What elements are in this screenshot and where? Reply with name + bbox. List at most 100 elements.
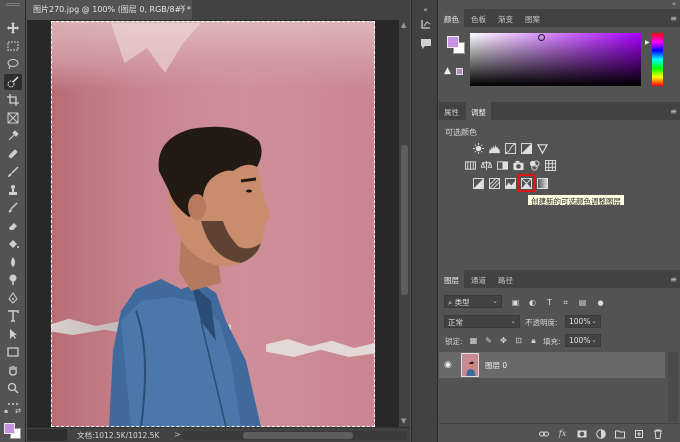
gradient-map-icon[interactable] xyxy=(536,177,548,189)
zoom-tool-icon[interactable] xyxy=(4,380,22,396)
vibrance-icon[interactable] xyxy=(536,142,548,154)
history-brush-tool-icon[interactable] xyxy=(4,200,22,216)
clone-stamp-tool-icon[interactable] xyxy=(4,182,22,198)
gamut-color-swatch[interactable] xyxy=(456,68,463,75)
fill-field[interactable]: 100% ⌄ xyxy=(565,334,601,347)
blend-mode-select[interactable]: 正常 ⌄ xyxy=(444,315,520,328)
blur-tool-icon[interactable] xyxy=(4,254,22,270)
crop-tool-icon[interactable] xyxy=(4,92,22,108)
tab-adjustments[interactable]: 调整 xyxy=(466,102,491,120)
collapse-icon[interactable]: « xyxy=(418,2,433,17)
rectangle-tool-icon[interactable] xyxy=(4,344,22,360)
visibility-eye-icon[interactable]: ◉ xyxy=(444,360,452,370)
paint-bucket-tool-icon[interactable] xyxy=(4,236,22,252)
tab-patterns[interactable]: 图案 xyxy=(520,9,545,27)
layer-style-icon[interactable]: fx xyxy=(557,428,568,439)
color-picker-cursor[interactable] xyxy=(538,34,545,41)
hand-tool-icon[interactable] xyxy=(4,362,22,378)
lock-transparent-icon[interactable]: ▦ xyxy=(468,335,479,346)
close-icon[interactable]: × xyxy=(179,3,187,13)
type-tool-icon[interactable] xyxy=(4,308,22,324)
healing-brush-tool-icon[interactable] xyxy=(4,146,22,162)
scroll-thumb[interactable] xyxy=(401,145,408,295)
levels-icon[interactable] xyxy=(488,142,500,154)
path-selection-tool-icon[interactable] xyxy=(4,326,22,342)
filter-smart-object-icon[interactable]: ▤ xyxy=(577,297,588,308)
vertical-scrollbar[interactable]: ▲ ▼ xyxy=(399,20,410,427)
default-colors-icon[interactable]: ▪ xyxy=(1,406,11,416)
filter-type-icon[interactable]: T xyxy=(544,297,555,308)
scroll-up-icon[interactable]: ▲ xyxy=(401,21,406,29)
panel-menu-icon[interactable]: ≡ xyxy=(670,14,677,23)
collapse-icon[interactable]: « xyxy=(672,0,676,8)
delete-layer-icon[interactable] xyxy=(652,428,663,439)
dodge-tool-icon[interactable] xyxy=(4,272,22,288)
filter-pixel-icon[interactable]: ▣ xyxy=(510,297,521,308)
filter-adjustment-icon[interactable]: ◐ xyxy=(527,297,538,308)
comments-panel-icon[interactable] xyxy=(418,36,433,51)
layer-row[interactable]: ◉ 图层 0 xyxy=(439,352,665,378)
panel-menu-icon[interactable]: ≡ xyxy=(670,275,677,284)
eraser-tool-icon[interactable] xyxy=(4,218,22,234)
color-balance-icon[interactable] xyxy=(480,159,492,171)
filter-toggle-icon[interactable]: ● xyxy=(595,297,606,308)
link-layers-icon[interactable] xyxy=(538,428,549,439)
exposure-icon[interactable] xyxy=(520,142,532,154)
scroll-down-icon[interactable]: ▼ xyxy=(401,417,406,425)
gamut-warning-icon[interactable]: ▲ xyxy=(444,66,451,76)
photo-filter-icon[interactable] xyxy=(512,159,524,171)
lock-position-icon[interactable]: ✥ xyxy=(498,335,509,346)
brush-tool-icon[interactable] xyxy=(4,164,22,180)
color-picker-field[interactable] xyxy=(470,33,641,86)
lock-all-icon[interactable]: 🔒︎ xyxy=(528,335,539,346)
panel-grip[interactable] xyxy=(6,3,20,6)
curves-icon[interactable] xyxy=(504,142,516,154)
eyedropper-tool-icon[interactable] xyxy=(4,128,22,144)
add-mask-icon[interactable] xyxy=(576,428,587,439)
lock-artboard-icon[interactable]: ⊡ xyxy=(513,335,524,346)
layers-scrollbar[interactable] xyxy=(668,352,678,422)
move-tool-icon[interactable] xyxy=(4,20,22,36)
layer-filter-select[interactable]: ⌕ 类型 ⌄ xyxy=(444,295,502,308)
hue-saturation-icon[interactable] xyxy=(464,159,476,171)
new-layer-icon[interactable] xyxy=(633,428,644,439)
black-white-icon[interactable] xyxy=(496,159,508,171)
frame-tool-icon[interactable] xyxy=(4,110,22,126)
document-image[interactable] xyxy=(51,21,375,427)
opacity-field[interactable]: 100% ⌄ xyxy=(565,315,601,328)
selective-color-icon[interactable] xyxy=(517,174,535,192)
pen-tool-icon[interactable] xyxy=(4,290,22,306)
new-adjustment-layer-icon[interactable] xyxy=(595,428,606,439)
color-lookup-icon[interactable] xyxy=(544,159,556,171)
tab-gradients[interactable]: 渐变 xyxy=(493,9,518,27)
tab-swatches[interactable]: 色板 xyxy=(466,9,491,27)
panel-menu-icon[interactable]: ≡ xyxy=(670,107,677,116)
lock-image-icon[interactable]: ✎ xyxy=(483,335,494,346)
document-tab[interactable]: 图片270.jpg @ 100% (图层 0, RGB/8#) * × xyxy=(27,0,192,20)
tab-properties[interactable]: 属性 xyxy=(439,102,464,120)
filter-shape-icon[interactable]: ⌗ xyxy=(560,297,571,308)
layer-name[interactable]: 图层 0 xyxy=(485,360,507,371)
swap-colors-icon[interactable]: ⇄ xyxy=(13,406,23,416)
color-foreground-swatch[interactable] xyxy=(447,36,459,48)
brightness-contrast-icon[interactable] xyxy=(472,142,484,154)
invert-icon[interactable] xyxy=(472,177,484,189)
scroll-thumb[interactable] xyxy=(243,432,353,439)
lasso-tool-icon[interactable] xyxy=(4,56,22,72)
status-arrow-icon[interactable]: > xyxy=(174,430,181,439)
horizontal-scrollbar[interactable] xyxy=(183,431,407,440)
tab-paths[interactable]: 路径 xyxy=(493,270,518,288)
tab-color[interactable]: 颜色 xyxy=(439,9,464,27)
new-group-icon[interactable] xyxy=(614,428,625,439)
foreground-color-swatch[interactable] xyxy=(4,423,15,434)
hue-slider-arrow-icon[interactable]: ▶ xyxy=(645,39,650,46)
hue-slider[interactable] xyxy=(652,33,663,86)
posterize-icon[interactable] xyxy=(488,177,500,189)
canvas-area[interactable] xyxy=(27,20,399,427)
history-panel-icon[interactable] xyxy=(418,16,433,31)
zoom-field[interactable] xyxy=(27,429,67,441)
quick-selection-tool-icon[interactable] xyxy=(4,74,22,90)
marquee-tool-icon[interactable] xyxy=(4,38,22,54)
tab-layers[interactable]: 图层 xyxy=(439,270,464,288)
tab-channels[interactable]: 通道 xyxy=(466,270,491,288)
